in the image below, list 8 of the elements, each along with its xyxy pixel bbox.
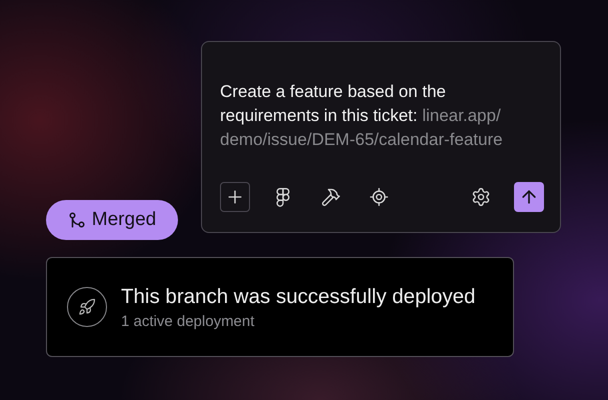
add-button[interactable] (220, 182, 250, 212)
deployment-title: This branch was successfully deployed (121, 284, 476, 308)
rocket-icon (67, 287, 107, 327)
prompt-text: Create a feature based on the requirements in this ticket: linear.app/demo/issue/DEM-65/calendar-feature (220, 81, 504, 151)
send-button[interactable] (514, 182, 544, 212)
merge-icon (68, 211, 86, 229)
badge-label: Merged (92, 209, 156, 231)
deployment-subtitle: 1 active deployment (121, 312, 256, 330)
